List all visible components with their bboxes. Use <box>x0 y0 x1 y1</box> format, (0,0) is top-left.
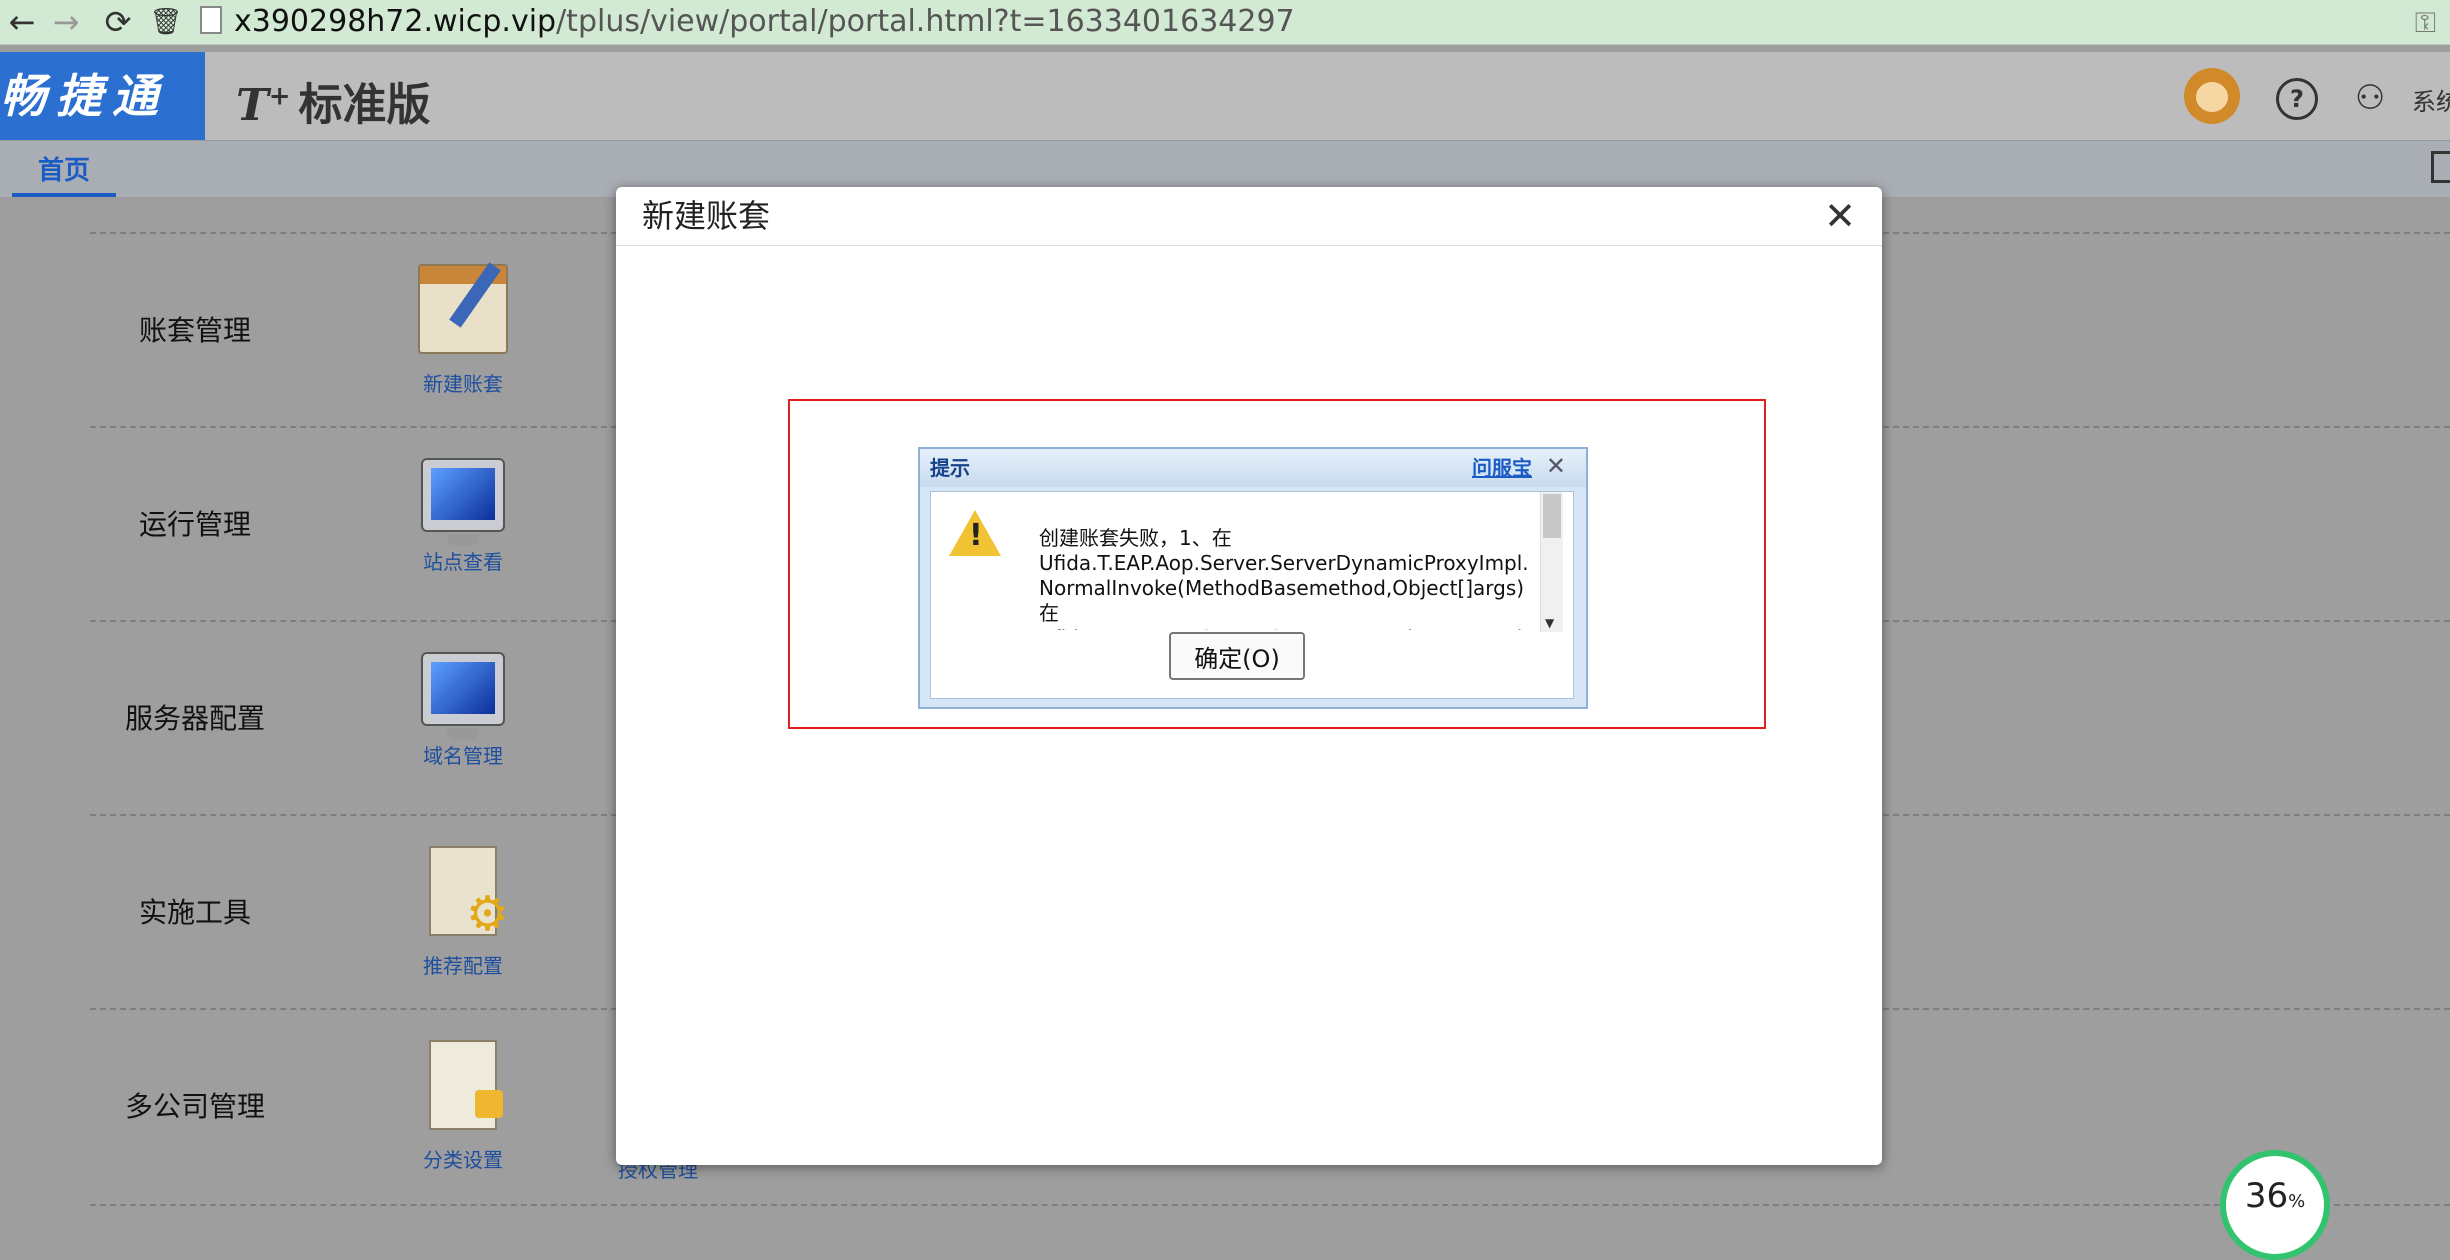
expand-icon[interactable] <box>2431 151 2450 183</box>
row-title: 多公司管理 <box>124 1090 265 1123</box>
monitor-icon <box>421 458 505 546</box>
func-label: 站点查看 <box>423 550 503 574</box>
dialog-title: 提示 <box>930 456 970 480</box>
product-logo-t: T+ <box>236 79 291 131</box>
user-icon[interactable]: ⚇ <box>2352 74 2388 122</box>
url-field[interactable]: x390298h72.wicp.vip/tplus/view/portal/po… <box>200 0 1295 44</box>
row-title: 服务器配置 <box>124 702 265 735</box>
close-icon[interactable]: ✕ <box>1546 449 1566 483</box>
document-box-icon <box>429 1040 503 1130</box>
mascot-icon[interactable] <box>2184 68 2240 124</box>
monitor-icon <box>421 652 505 740</box>
func-label: 分类设置 <box>423 1148 503 1172</box>
error-message: 创建账套失败，1、在 Ufida.T.EAP.Aop.Server.Server… <box>1039 526 1535 630</box>
badge-value: 36% <box>2244 1176 2306 1216</box>
func-label: 推荐配置 <box>423 954 503 978</box>
close-icon[interactable]: ✕ <box>1824 187 1856 245</box>
reload-icon[interactable]: ⟳ <box>96 0 140 44</box>
func-category-settings[interactable]: 分类设置 <box>408 1040 518 1173</box>
app-header: 畅捷通 T+ 标准版 ? ⚇ 系统 <box>0 52 2450 141</box>
scrollbar-thumb[interactable] <box>1543 494 1561 538</box>
func-recommend-config[interactable]: 推荐配置 <box>408 846 518 979</box>
product-name: 标准版 <box>298 79 431 131</box>
dialog-header: 提示 问服宝 ✕ <box>920 449 1586 487</box>
url-host: x390298h72.wicp.vip <box>234 4 557 39</box>
modal-header: 新建账套 ✕ <box>616 187 1882 246</box>
page-icon <box>200 5 222 34</box>
row-title: 账套管理 <box>138 314 251 347</box>
ok-button[interactable]: 确定(O) <box>1169 632 1305 680</box>
message-scrollbar[interactable]: ▼ <box>1540 492 1563 632</box>
brand-logo: 畅捷通 <box>0 52 205 140</box>
row-title: 实施工具 <box>138 896 251 929</box>
user-name[interactable]: 系统 <box>2412 82 2450 117</box>
func-new-account[interactable]: 新建账套 <box>408 264 518 397</box>
tab-home[interactable]: 首页 <box>12 141 116 197</box>
warning-icon <box>949 510 1001 556</box>
func-site-view[interactable]: 站点查看 <box>408 458 518 575</box>
document-gear-icon <box>429 846 509 938</box>
back-icon[interactable]: ← <box>0 0 44 44</box>
ask-service-link[interactable]: 问服宝 <box>1472 449 1532 487</box>
func-label: 域名管理 <box>423 744 503 768</box>
performance-badge[interactable]: 36% <box>2220 1150 2330 1260</box>
browser-address-bar: ← → ⟳ 🗑 x390298h72.wicp.vip/tplus/view/p… <box>0 0 2450 45</box>
func-label: 新建账套 <box>423 372 503 396</box>
alert-dialog: 提示 问服宝 ✕ 创建账套失败，1、在 Ufida.T.EAP.Aop.Serv… <box>918 447 1588 709</box>
modal-title: 新建账套 <box>642 197 771 235</box>
dialog-body: 创建账套失败，1、在 Ufida.T.EAP.Aop.Server.Server… <box>930 491 1574 699</box>
key-icon[interactable]: ⚿ <box>2415 6 2436 40</box>
row-title: 运行管理 <box>138 508 251 541</box>
scroll-down-icon[interactable]: ▼ <box>1545 616 1554 630</box>
calendar-pen-icon <box>418 264 508 354</box>
trash-icon[interactable]: 🗑 <box>144 0 188 44</box>
product-title: T+ 标准版 <box>236 52 431 140</box>
url-path: /tplus/view/portal/portal.html?t=1633401… <box>556 4 1295 39</box>
help-icon[interactable]: ? <box>2276 78 2318 120</box>
func-domain-manage[interactable]: 域名管理 <box>408 652 518 769</box>
forward-icon[interactable]: → <box>44 0 88 44</box>
